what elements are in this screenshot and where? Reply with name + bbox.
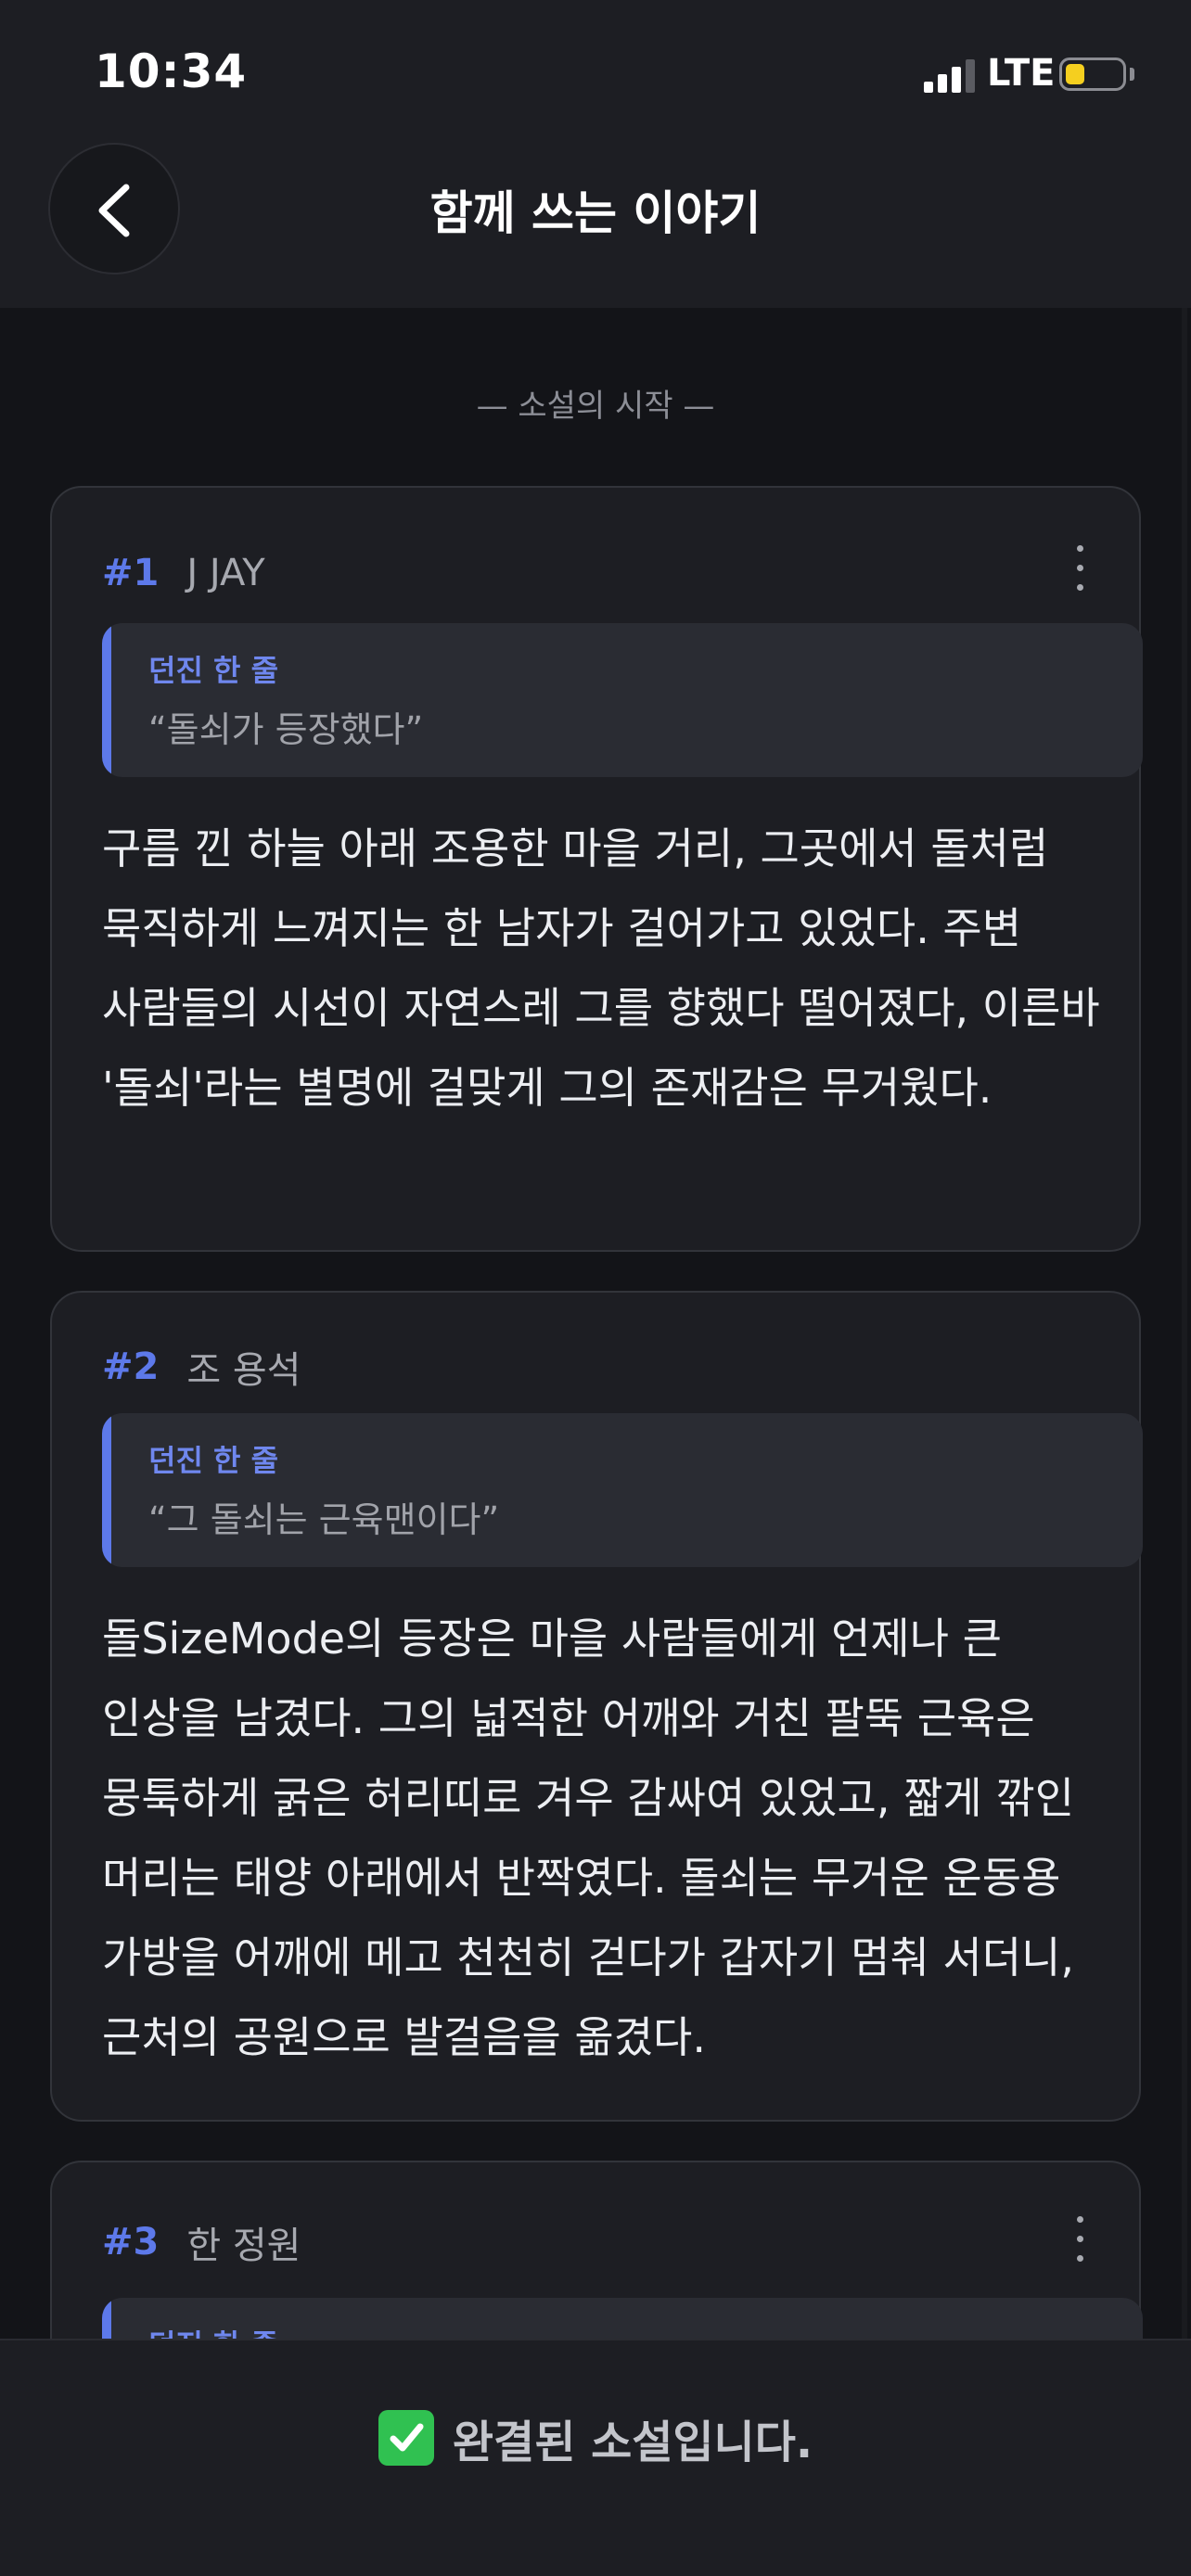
battery-tip: [1130, 68, 1134, 81]
more-options-icon[interactable]: [1069, 540, 1091, 595]
quote-text: “돌쇠가 등장했다”: [148, 709, 424, 750]
card-author: 조 용석: [186, 1349, 301, 1392]
quote-text: “그 돌쇠는 근육맨이다”: [148, 1499, 500, 1540]
battery-icon: [1059, 57, 1126, 91]
scrollbar[interactable]: [1182, 308, 1187, 2339]
card-body: 구름 낀 하늘 아래 조용한 마을 거리, 그곳에서 돌처럼 묵직하게 느껴지는…: [102, 823, 1100, 1113]
check-mark-icon: [378, 2410, 434, 2466]
bottom-status-bar: 완결된 소설입니다.: [0, 2339, 1191, 2576]
card-author: 한 정원: [186, 2225, 301, 2267]
quote-label: 던진 한 줄: [148, 1443, 279, 1478]
quote-accent-bar: [102, 623, 111, 777]
story-card: #2 조 용석 던진 한 줄 “그 돌쇠는 근육맨이다” 돌SizeMode의 …: [50, 1291, 1143, 2122]
network-label: LTE: [987, 52, 1056, 95]
top-bar: 10:34 LTE 함께 쓰는 이야기: [0, 0, 1191, 308]
card-number: #2: [102, 1345, 160, 1388]
card-body: 돌SizeMode의 등장은 마을 사람들에게 언제나 큰 인상을 남겼다. 그…: [102, 1613, 1075, 2062]
page-title: 함께 쓰는 이야기: [429, 186, 762, 240]
more-options-icon[interactable]: [1069, 2211, 1091, 2266]
card-header: #2 조 용석: [102, 1339, 301, 1395]
card-number: #1: [102, 552, 160, 594]
story-card: #1 J JAY 던진 한 줄 “돌쇠가 등장했다” 구름 낀 하늘 아래 조용…: [50, 486, 1143, 1252]
quote-label: 던진 한 줄: [148, 653, 279, 688]
completed-notice: 완결된 소설입니다.: [0, 2405, 1191, 2470]
prompt-quote: 던진 한 줄 “그 돌쇠는 근육맨이다”: [102, 1413, 1143, 1567]
card-author: J JAY: [186, 552, 265, 594]
card-header: #1 J JAY: [102, 545, 265, 601]
card-header: #3 한 정원: [102, 2214, 301, 2270]
quote-accent-bar: [102, 1413, 111, 1567]
prompt-quote: 던진 한 줄 “돌쇠가 등장했다”: [102, 623, 1143, 777]
section-label: — 소설의 시작 —: [476, 388, 715, 425]
status-time: 10:34: [95, 45, 248, 98]
completed-text: 완결된 소설입니다.: [452, 2417, 813, 2468]
signal-icon: [924, 56, 976, 93]
card-number: #3: [102, 2221, 160, 2264]
